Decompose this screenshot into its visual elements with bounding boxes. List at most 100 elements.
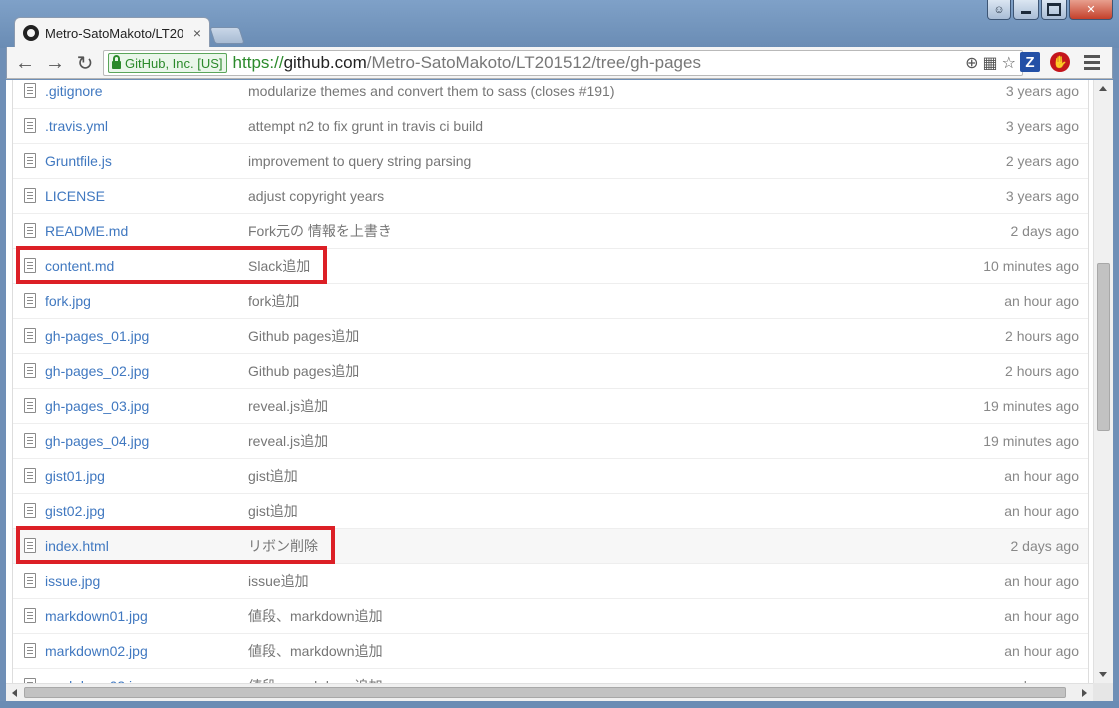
file-text-icon — [24, 573, 36, 588]
back-arrow-icon[interactable]: ← — [13, 51, 37, 75]
translate-icon[interactable]: ▦ — [983, 53, 998, 73]
commit-message-link[interactable]: attempt n2 to fix grunt in travis ci bui… — [248, 118, 483, 134]
file-row[interactable]: issue.jpg issue追加 an hour ago — [13, 563, 1088, 598]
file-name-link[interactable]: gh-pages_04.jpg — [45, 433, 149, 449]
commit-message-link[interactable]: issue追加 — [248, 571, 309, 591]
commit-message-link[interactable]: modularize themes and convert them to sa… — [248, 83, 615, 99]
commit-message-link[interactable]: fork追加 — [248, 291, 299, 311]
commit-age: 2 hours ago — [1005, 328, 1079, 344]
commit-message-link[interactable]: 値段、markdown追加 — [248, 606, 383, 626]
file-text-icon — [24, 608, 36, 623]
chrome-menu-icon[interactable] — [1084, 55, 1100, 73]
commit-message-link[interactable]: Slack追加 — [248, 256, 310, 276]
file-text-icon — [24, 223, 36, 238]
zoom-icon[interactable]: ⊕ — [965, 53, 978, 73]
commit-message-link[interactable]: reveal.js追加 — [248, 396, 328, 416]
file-name-link[interactable]: content.md — [45, 258, 114, 274]
file-row[interactable]: gist02.jpg gist追加 an hour ago — [13, 493, 1088, 528]
file-name-link[interactable]: LICENSE — [45, 188, 105, 204]
file-name-link[interactable]: gh-pages_01.jpg — [45, 328, 149, 344]
file-name-link[interactable]: gist01.jpg — [45, 468, 105, 484]
file-row[interactable]: .gitignore modularize themes and convert … — [13, 80, 1088, 108]
close-window-button[interactable]: ✕ — [1069, 0, 1113, 20]
forward-arrow-icon[interactable]: → — [43, 51, 67, 75]
file-row[interactable]: gh-pages_01.jpg Github pages追加 2 hours ago — [13, 318, 1088, 353]
file-name-link[interactable]: .travis.yml — [45, 118, 108, 134]
file-row[interactable]: Gruntfile.js improvement to query string … — [13, 143, 1088, 178]
minimize-button[interactable] — [1013, 0, 1039, 20]
zotero-extension-icon[interactable]: Z — [1020, 52, 1040, 72]
commit-message-link[interactable]: Github pages追加 — [248, 326, 359, 346]
scroll-down-arrow-icon[interactable] — [1099, 672, 1107, 677]
bookmark-star-icon[interactable]: ☆ — [1002, 53, 1016, 73]
browser-tab-active[interactable]: Metro-SatoMakoto/LT20 × — [14, 17, 210, 48]
adblock-extension-icon[interactable]: ✋ — [1050, 52, 1070, 72]
file-name-link[interactable]: index.html — [45, 538, 109, 554]
commit-age: 19 minutes ago — [983, 433, 1079, 449]
tab-close-icon[interactable]: × — [193, 25, 201, 41]
commit-message-link[interactable]: 値段、markdown追加 — [248, 641, 383, 661]
file-row[interactable]: README.md Fork元の 情報を上書き 2 days ago — [13, 213, 1088, 248]
file-row[interactable]: gh-pages_02.jpg Github pages追加 2 hours ago — [13, 353, 1088, 388]
scroll-up-arrow-icon[interactable] — [1099, 86, 1107, 91]
file-row[interactable]: content.md Slack追加 10 minutes ago — [13, 248, 1088, 283]
commit-message-link[interactable]: improvement to query string parsing — [248, 153, 471, 169]
ev-certificate-badge[interactable]: GitHub, Inc. [US] — [108, 53, 227, 73]
file-row[interactable]: LICENSE adjust copyright years 3 years ago — [13, 178, 1088, 213]
commit-age: 2 days ago — [1010, 538, 1080, 554]
file-name-link[interactable]: gh-pages_02.jpg — [45, 363, 149, 379]
commit-message-link[interactable]: 値段、markdown追加 — [248, 676, 383, 683]
file-row[interactable]: markdown02.jpg 値段、markdown追加 an hour ago — [13, 633, 1088, 668]
file-row[interactable]: fork.jpg fork追加 an hour ago — [13, 283, 1088, 318]
commit-age: 19 minutes ago — [983, 398, 1079, 414]
file-text-icon — [24, 118, 36, 133]
horizontal-scroll-thumb[interactable] — [24, 687, 1066, 698]
commit-message-link[interactable]: gist追加 — [248, 501, 298, 521]
commit-message-link[interactable]: Fork元の 情報を上書き — [248, 221, 392, 241]
new-tab-button[interactable] — [209, 27, 245, 44]
commit-message-link[interactable]: Github pages追加 — [248, 361, 359, 381]
file-name-link[interactable]: Gruntfile.js — [45, 153, 112, 169]
file-name-link[interactable]: gist02.jpg — [45, 503, 105, 519]
commit-message-link[interactable]: reveal.js追加 — [248, 431, 328, 451]
file-row[interactable]: markdown03.jpg値段、markdown追加an hour ago — [13, 668, 1088, 683]
ev-organization-label: GitHub, Inc. [US] — [125, 55, 223, 71]
commit-age: an hour ago — [1004, 293, 1079, 309]
file-row[interactable]: .travis.yml attempt n2 to fix grunt in tr… — [13, 108, 1088, 143]
file-text-icon — [24, 398, 36, 413]
file-name-link[interactable]: markdown02.jpg — [45, 643, 148, 659]
file-name-link[interactable]: markdown01.jpg — [45, 608, 148, 624]
lock-icon — [112, 55, 121, 69]
commit-message-link[interactable]: gist追加 — [248, 466, 298, 486]
file-text-icon — [24, 188, 36, 203]
file-row[interactable]: markdown01.jpg 値段、markdown追加 an hour ago — [13, 598, 1088, 633]
omnibox-actions: ⊕ ▦ ☆ — [965, 53, 1016, 73]
reload-icon[interactable]: ↻ — [73, 51, 97, 75]
window-controls: ☺ ✕ — [987, 0, 1113, 20]
maximize-button[interactable] — [1041, 0, 1067, 20]
file-text-icon — [24, 468, 36, 483]
file-name-link[interactable]: issue.jpg — [45, 573, 100, 589]
file-name-link[interactable]: gh-pages_03.jpg — [45, 398, 149, 414]
file-row[interactable]: gist01.jpg gist追加 an hour ago — [13, 458, 1088, 493]
scroll-right-arrow-icon[interactable] — [1082, 689, 1087, 697]
file-text-icon — [24, 258, 36, 273]
file-text-icon — [24, 538, 36, 553]
file-name-link[interactable]: fork.jpg — [45, 293, 91, 309]
commit-age: an hour ago — [1004, 608, 1079, 624]
scroll-left-arrow-icon[interactable] — [12, 689, 17, 697]
file-name-link[interactable]: README.md — [45, 223, 128, 239]
horizontal-scrollbar[interactable] — [6, 683, 1093, 701]
vertical-scroll-thumb[interactable] — [1097, 263, 1110, 431]
commit-age: an hour ago — [1004, 468, 1079, 484]
file-name-link[interactable]: .gitignore — [45, 83, 103, 99]
file-row[interactable]: gh-pages_04.jpg reveal.js追加 19 minutes ago — [13, 423, 1088, 458]
url-text[interactable]: https://github.com/Metro-SatoMakoto/LT20… — [233, 53, 701, 73]
user-profile-icon[interactable]: ☺ — [987, 0, 1011, 20]
vertical-scrollbar[interactable] — [1093, 80, 1113, 683]
address-bar[interactable]: GitHub, Inc. [US] https://github.com/Met… — [103, 50, 1023, 76]
commit-message-link[interactable]: リボン削除 — [248, 536, 318, 556]
commit-message-link[interactable]: adjust copyright years — [248, 188, 384, 204]
file-row[interactable]: index.html リボン削除 2 days ago — [13, 528, 1088, 563]
file-row[interactable]: gh-pages_03.jpg reveal.js追加 19 minutes ago — [13, 388, 1088, 423]
